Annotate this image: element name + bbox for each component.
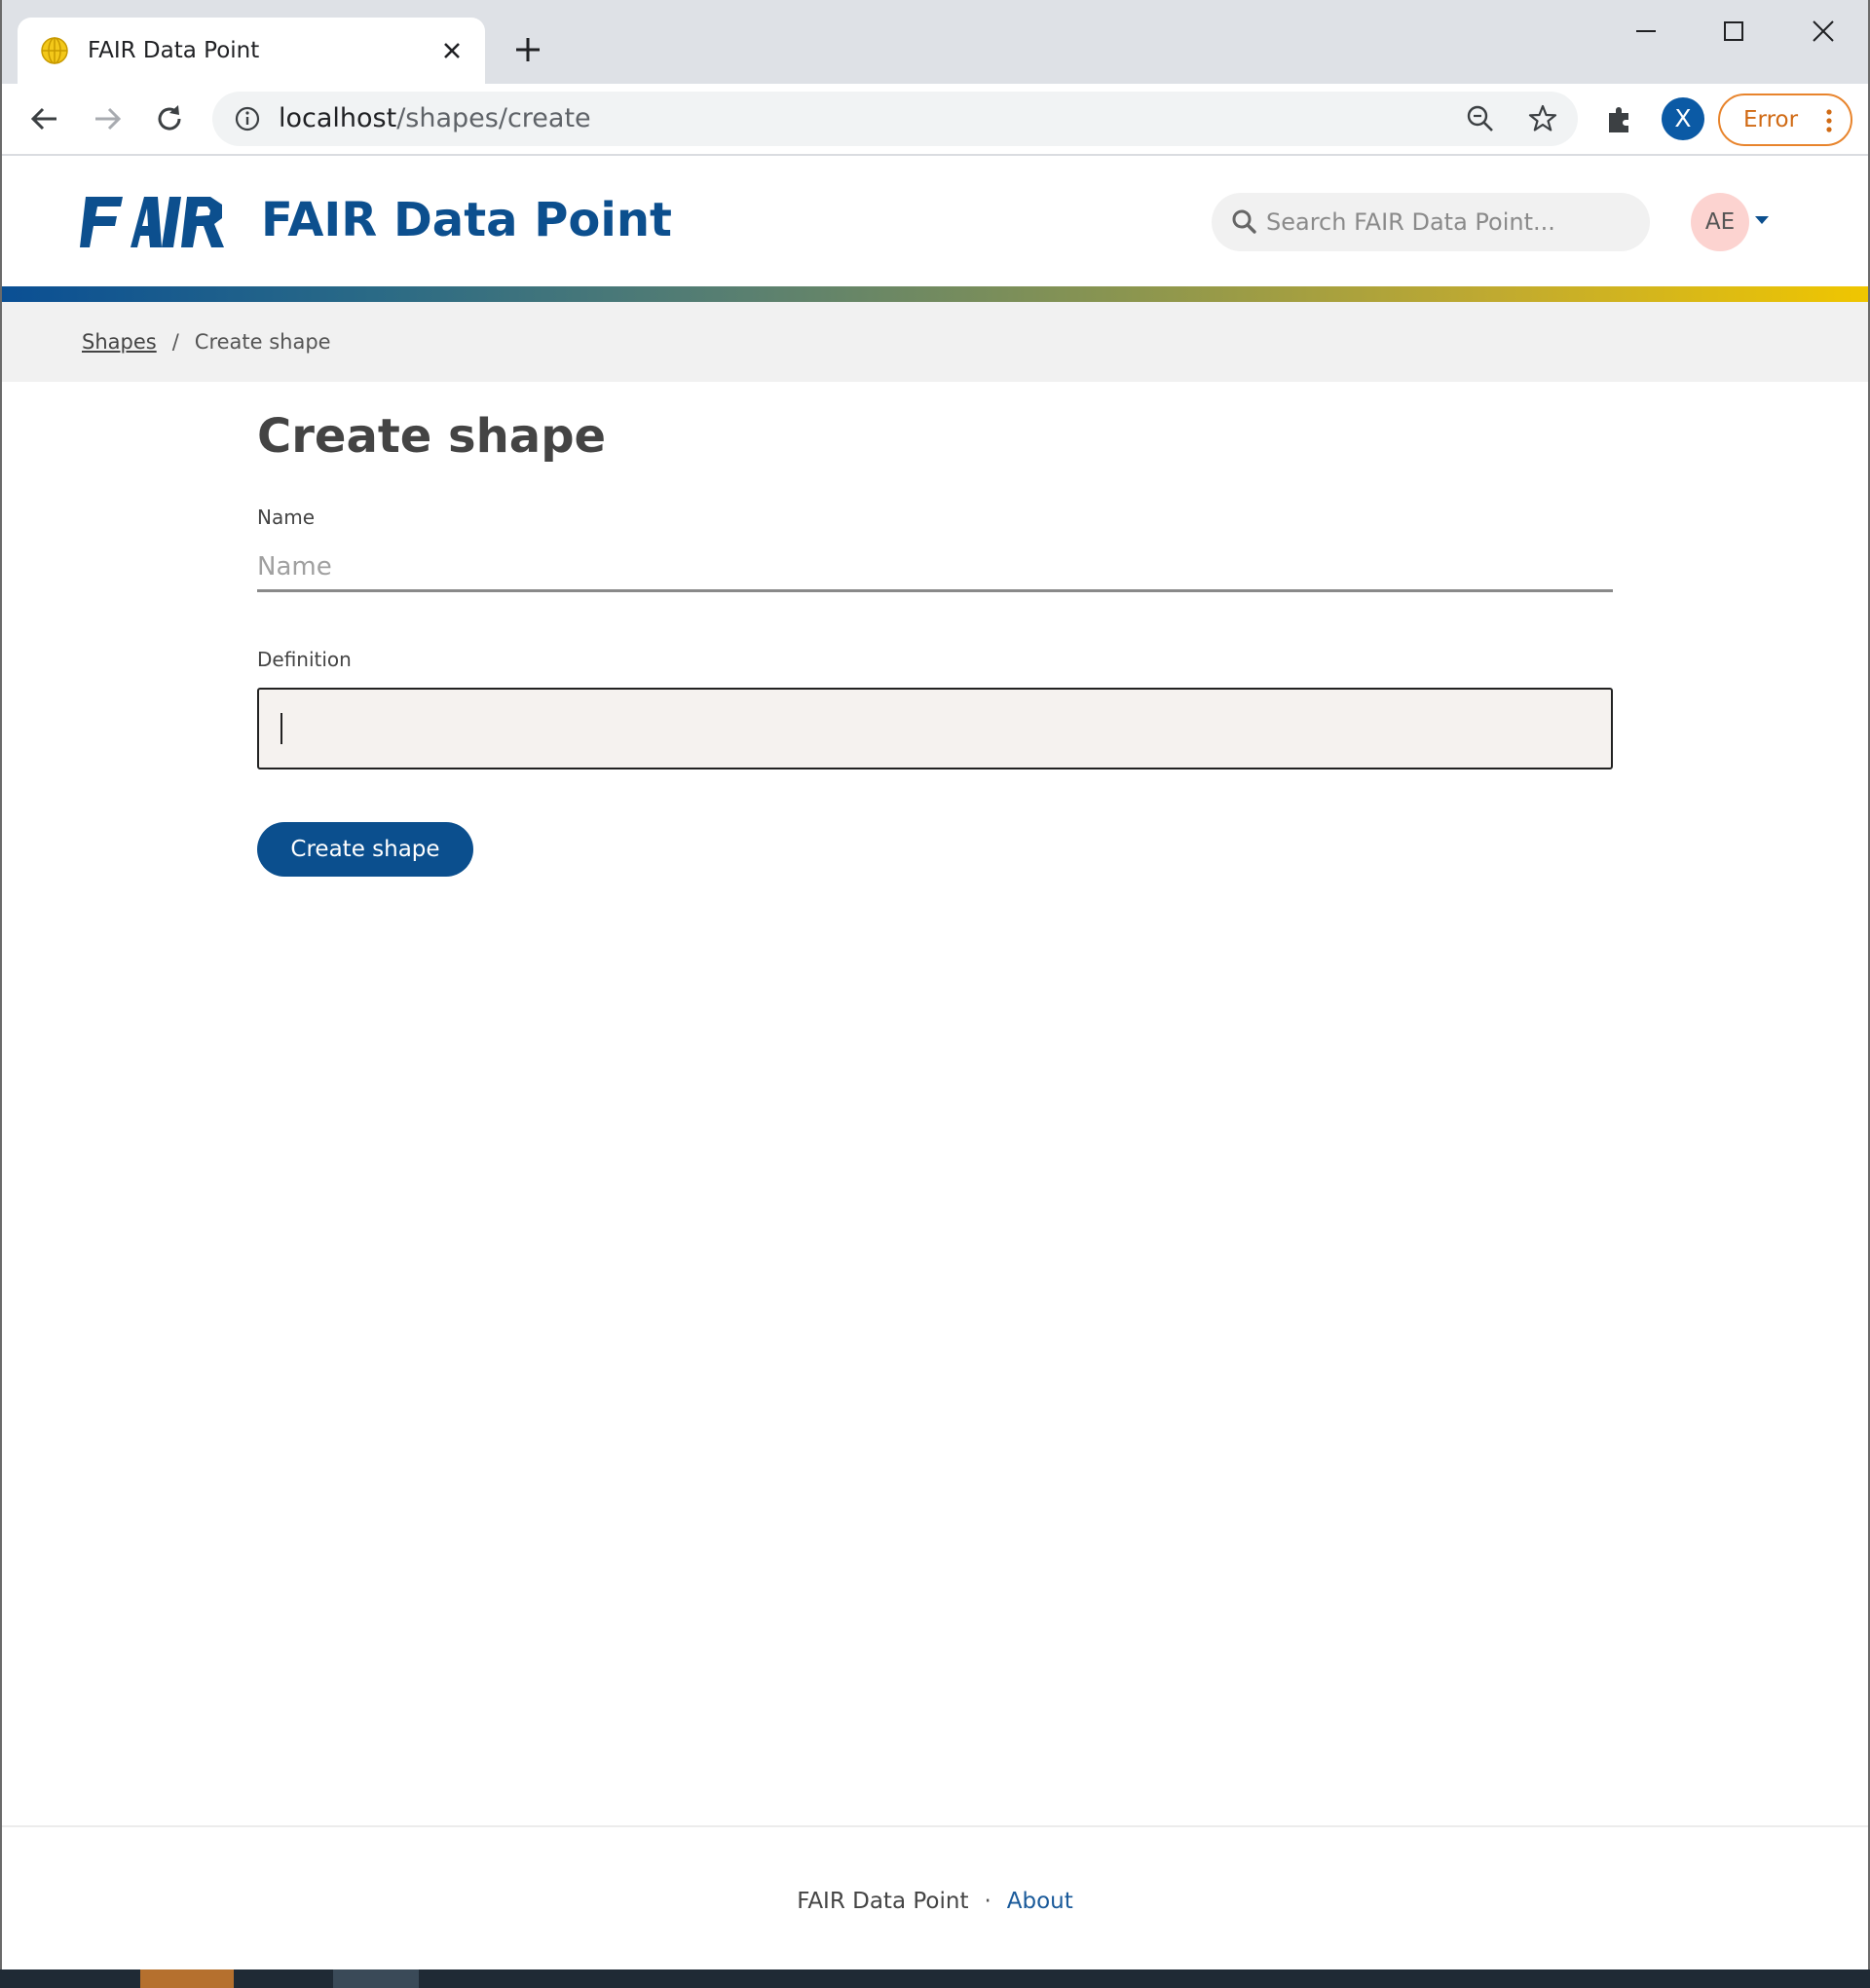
text-cursor bbox=[280, 713, 282, 744]
url-path: /shapes/create bbox=[396, 103, 591, 133]
browser-toolbar: localhost/shapes/create X Error bbox=[0, 84, 1870, 156]
browser-tab-title: FAIR Data Point bbox=[88, 38, 260, 63]
fair-logo[interactable] bbox=[80, 197, 226, 247]
minimize-icon[interactable] bbox=[1617, 12, 1675, 51]
reload-icon[interactable] bbox=[148, 97, 191, 140]
browser-error-button[interactable]: Error bbox=[1718, 94, 1852, 146]
taskbar-app[interactable] bbox=[333, 1969, 419, 1988]
site-title[interactable]: FAIR Data Point bbox=[261, 191, 672, 249]
globe-icon bbox=[41, 37, 68, 64]
browser-profile-avatar[interactable]: X bbox=[1662, 97, 1704, 140]
footer-site-name: FAIR Data Point bbox=[797, 1889, 969, 1914]
breadcrumb-separator: / bbox=[171, 330, 179, 354]
info-icon[interactable] bbox=[232, 103, 263, 134]
footer: FAIR Data Point · About bbox=[0, 1825, 1870, 1969]
footer-about-link[interactable]: About bbox=[1007, 1889, 1073, 1914]
chevron-down-icon[interactable] bbox=[1753, 214, 1771, 226]
back-arrow-icon[interactable] bbox=[23, 97, 66, 140]
definition-label: Definition bbox=[257, 648, 352, 671]
os-taskbar bbox=[0, 1969, 1870, 1988]
zoom-out-icon[interactable] bbox=[1463, 101, 1498, 136]
site-header: FAIR Data Point AE bbox=[0, 156, 1870, 286]
brand-gradient-bar bbox=[0, 286, 1870, 302]
create-shape-button[interactable]: Create shape bbox=[257, 822, 473, 877]
breadcrumb-link-shapes[interactable]: Shapes bbox=[82, 330, 157, 354]
browser-tab-active[interactable]: FAIR Data Point bbox=[18, 18, 485, 84]
breadcrumb: Shapes / Create shape bbox=[82, 325, 331, 358]
footer-line: FAIR Data Point · About bbox=[0, 1886, 1870, 1917]
kebab-menu-icon[interactable] bbox=[1817, 105, 1841, 136]
definition-editor[interactable] bbox=[257, 688, 1613, 769]
address-bar[interactable]: localhost/shapes/create bbox=[212, 92, 1578, 146]
search-icon bbox=[1232, 209, 1256, 234]
window-close-icon[interactable] bbox=[1794, 12, 1852, 51]
user-avatar[interactable]: AE bbox=[1691, 193, 1749, 251]
name-label: Name bbox=[257, 506, 316, 529]
extensions-puzzle-icon[interactable] bbox=[1601, 99, 1640, 138]
forward-arrow-icon[interactable] bbox=[86, 97, 129, 140]
search-input[interactable] bbox=[1266, 193, 1636, 251]
plus-icon[interactable] bbox=[508, 30, 547, 69]
url-host: localhost bbox=[279, 103, 397, 133]
close-icon[interactable] bbox=[436, 35, 468, 66]
error-label: Error bbox=[1743, 107, 1799, 132]
url-text[interactable]: localhost/shapes/create bbox=[279, 103, 591, 134]
footer-separator: · bbox=[984, 1889, 991, 1914]
search-box[interactable] bbox=[1212, 193, 1650, 251]
name-input[interactable] bbox=[257, 544, 1613, 592]
breadcrumb-bar: Shapes / Create shape bbox=[0, 302, 1870, 382]
bookmark-star-icon[interactable] bbox=[1525, 101, 1560, 136]
browser-tab-strip: FAIR Data Point bbox=[0, 0, 1870, 84]
breadcrumb-current: Create shape bbox=[194, 330, 331, 354]
page-title: Create shape bbox=[257, 409, 607, 464]
taskbar-app[interactable] bbox=[140, 1969, 234, 1988]
maximize-icon[interactable] bbox=[1704, 12, 1763, 51]
